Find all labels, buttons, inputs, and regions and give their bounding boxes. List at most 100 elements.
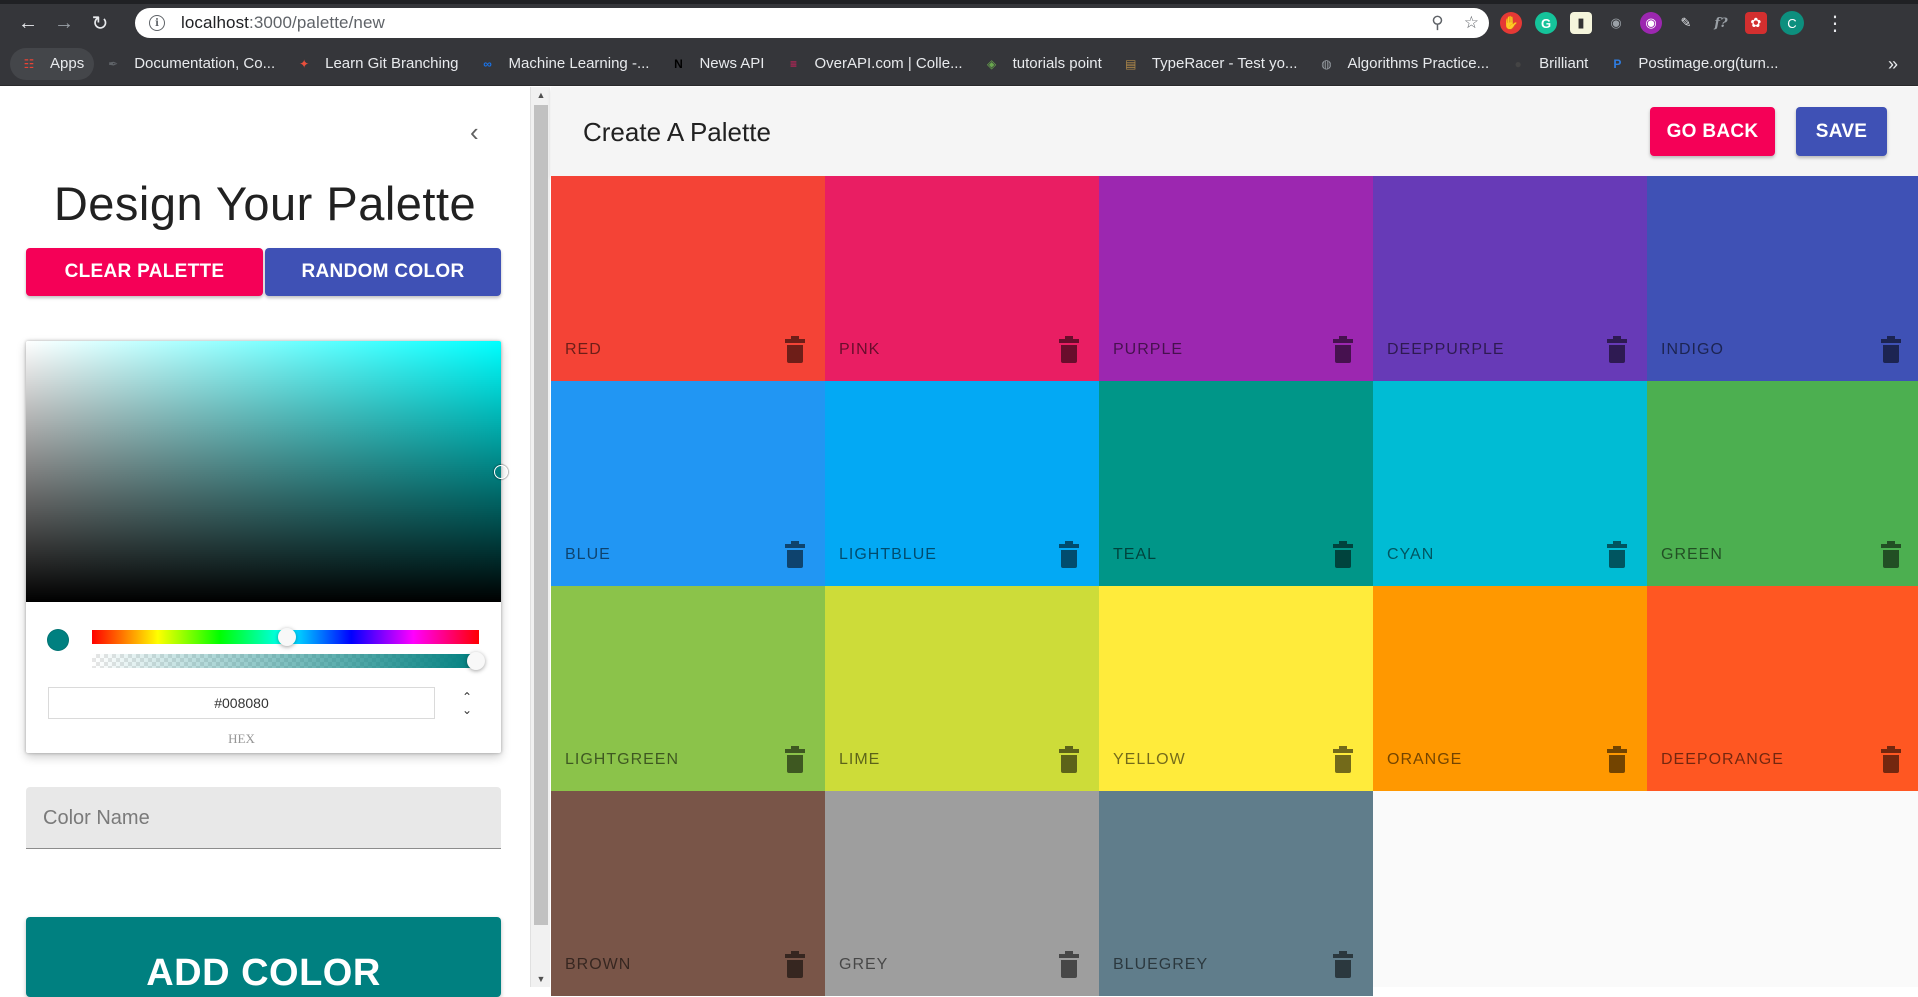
zoom-icon[interactable]: ⚲ (1431, 13, 1443, 33)
color-box-label: green (1661, 546, 1723, 563)
color-box-label: lightgreen (565, 751, 680, 768)
profile-avatar[interactable]: C (1780, 11, 1804, 35)
grammarly-extension-icon[interactable]: G (1535, 12, 1557, 34)
color-name-field[interactable]: Color Name (26, 787, 501, 849)
hue-slider-handle[interactable] (278, 628, 296, 646)
bookmark-item[interactable]: ☷ Apps (10, 47, 95, 80)
color-box-label: grey (839, 956, 889, 973)
delete-trash-icon[interactable] (1881, 746, 1901, 773)
color-box[interactable]: red (551, 176, 825, 381)
bookmark-label: Apps (50, 55, 85, 72)
add-color-button[interactable]: ADD COLOR (26, 917, 501, 997)
delete-trash-icon[interactable] (785, 951, 805, 978)
delete-trash-icon[interactable] (1881, 541, 1901, 568)
bug-extension-icon[interactable]: ◉ (1605, 12, 1627, 34)
bookmark-item[interactable]: ∞ Machine Learning -... (469, 48, 660, 80)
go-back-button[interactable]: GO BACK (1650, 107, 1775, 156)
color-box-label: purple (1113, 341, 1184, 358)
alpha-slider-handle[interactable] (467, 652, 485, 670)
delete-trash-icon[interactable] (1059, 541, 1079, 568)
bookmark-item[interactable]: ✒ Documentation, Co... (94, 48, 285, 80)
format-toggle-icon[interactable]: ⌃ ⌄ (457, 691, 477, 725)
delete-trash-icon[interactable] (1059, 746, 1079, 773)
saturation-area[interactable] (26, 341, 501, 602)
git-icon: ✦ (299, 56, 310, 71)
notes-extension-icon[interactable]: ▮ (1570, 12, 1592, 34)
delete-trash-icon[interactable] (1059, 951, 1079, 978)
color-box[interactable]: green (1647, 381, 1918, 586)
bookmark-item[interactable]: ≡ OverAPI.com | Colle... (774, 48, 972, 80)
bookmarks-overflow-icon[interactable]: » (1888, 54, 1898, 75)
bookmark-item[interactable]: ◍ Algorithms Practice... (1307, 48, 1499, 80)
color-box[interactable]: indigo (1647, 176, 1918, 381)
color-box[interactable]: bluegrey (1099, 791, 1373, 996)
random-color-button[interactable]: Random Color (265, 248, 501, 296)
bookmark-star-icon[interactable]: ☆ (1464, 13, 1479, 33)
bookmark-label: Brilliant (1539, 55, 1589, 72)
address-bar[interactable]: i localhost:3000/palette/new ⚲ ☆ (135, 8, 1489, 38)
scroll-down-arrow-icon[interactable]: ▼ (531, 971, 551, 987)
url-text[interactable]: localhost:3000/palette/new (181, 13, 385, 33)
bookmark-item[interactable]: N News API (659, 48, 774, 80)
palette-grid: red pink purple deeppurple indigo blue lightbl… (551, 176, 1918, 996)
documentation-icon: ✒ (108, 56, 119, 71)
bookmark-item[interactable]: ● Brilliant (1499, 48, 1598, 80)
bookmark-item[interactable]: ◈ tutorials point (973, 48, 1112, 80)
main-content: Create A Palette GO BACK SAVE red pink pur… (551, 87, 1918, 996)
color-box[interactable]: lightgreen (551, 586, 825, 791)
bookmark-item[interactable]: P Postimage.org(turn... (1598, 48, 1788, 80)
browser-menu-icon[interactable]: ⋮ (1825, 11, 1845, 36)
color-picker: HEX ⌃⌄ (26, 341, 508, 753)
delete-trash-icon[interactable] (1059, 336, 1079, 363)
color-box[interactable]: purple (1099, 176, 1373, 381)
color-box[interactable]: deeporange (1647, 586, 1918, 791)
color-box[interactable]: grey (825, 791, 1099, 996)
color-box[interactable]: lime (825, 586, 1099, 791)
apps-grid-icon: ☷ (23, 56, 35, 71)
scrollbar-thumb[interactable] (534, 105, 548, 925)
formula-extension-icon[interactable]: f? (1710, 12, 1732, 34)
chevron-left-icon[interactable]: ‹ (470, 117, 479, 148)
save-button[interactable]: SAVE (1796, 107, 1887, 156)
delete-trash-icon[interactable] (785, 336, 805, 363)
bookmark-item[interactable]: ✦ Learn Git Branching (285, 48, 468, 80)
color-box[interactable]: brown (551, 791, 825, 996)
hex-input[interactable] (48, 687, 435, 719)
delete-trash-icon[interactable] (1607, 336, 1627, 363)
color-box[interactable]: orange (1373, 586, 1647, 791)
clear-palette-button[interactable]: Clear Palette (26, 248, 263, 296)
bookmark-item[interactable]: ▤ TypeRacer - Test yo... (1112, 48, 1308, 80)
delete-trash-icon[interactable] (1333, 746, 1353, 773)
alpha-slider[interactable] (92, 654, 479, 668)
colorpicker-extension-icon[interactable]: ◉ (1640, 12, 1662, 34)
drawer-scrollbar[interactable]: ▲ ▼ (530, 87, 550, 987)
color-box[interactable]: blue (551, 381, 825, 586)
delete-trash-icon[interactable] (785, 541, 805, 568)
saturation-handle[interactable] (494, 465, 508, 479)
infinity-icon: ∞ (483, 56, 492, 71)
site-info-icon[interactable]: i (149, 15, 165, 31)
adblock-extension-icon[interactable]: ✋ (1500, 12, 1522, 34)
brilliant-icon: ● (1514, 56, 1522, 71)
pen-extension-icon[interactable]: ✎ (1675, 12, 1697, 34)
bookmark-label: OverAPI.com | Colle... (814, 55, 963, 72)
reload-icon[interactable]: ↻ (82, 4, 118, 42)
color-box[interactable]: yellow (1099, 586, 1373, 791)
delete-trash-icon[interactable] (785, 746, 805, 773)
scroll-up-arrow-icon[interactable]: ▲ (531, 87, 551, 103)
delete-trash-icon[interactable] (1607, 746, 1627, 773)
delete-trash-icon[interactable] (1881, 336, 1901, 363)
color-box[interactable]: teal (1099, 381, 1373, 586)
color-box[interactable]: pink (825, 176, 1099, 381)
delete-trash-icon[interactable] (1333, 951, 1353, 978)
color-box[interactable]: lightblue (825, 381, 1099, 586)
back-arrow-icon[interactable]: ← (10, 4, 46, 42)
delete-trash-icon[interactable] (1333, 336, 1353, 363)
color-box[interactable]: cyan (1373, 381, 1647, 586)
delete-trash-icon[interactable] (1333, 541, 1353, 568)
puzzle-extension-icon[interactable]: ✿ (1745, 12, 1767, 34)
forward-arrow-icon[interactable]: → (46, 4, 82, 42)
bookmarks-bar: ☷ Apps ✒ Documentation, Co... ✦ Learn Git Bra… (0, 42, 1918, 86)
color-box[interactable]: deeppurple (1373, 176, 1647, 381)
delete-trash-icon[interactable] (1607, 541, 1627, 568)
